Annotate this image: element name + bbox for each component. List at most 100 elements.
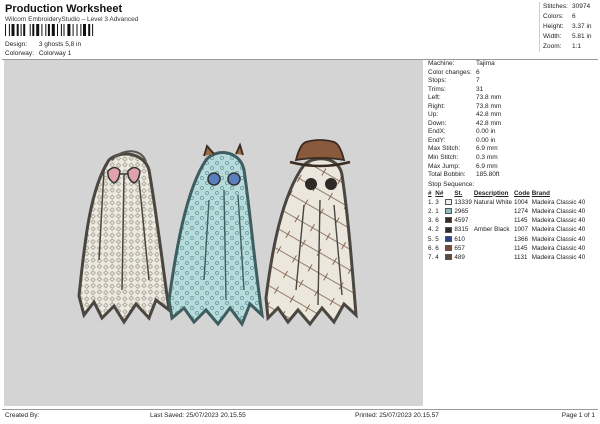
row-needle: 4: [435, 253, 439, 261]
row-stitches: 13339: [454, 198, 472, 206]
col-description: Description: [473, 189, 509, 197]
row-brand: Madeira Classic 40: [531, 207, 586, 215]
worksheet-title: Production Worksheet: [5, 3, 123, 15]
row-description: [474, 244, 514, 253]
info-trims: Trims: 31: [428, 85, 484, 93]
info-endx: EndX: 0.00 in: [428, 128, 496, 136]
colorway-row: Colorway: Colorway 1: [5, 50, 71, 57]
col-swatch: [445, 189, 454, 198]
ghost-middle: [167, 142, 265, 328]
row-number: 5.: [428, 235, 434, 243]
color-swatch-icon: [445, 245, 453, 252]
row-needle: 5: [435, 235, 439, 243]
row-number: 3.: [428, 217, 434, 225]
row-stitches: 489: [454, 253, 465, 261]
table-header-row: # N# St. Description Code Brand: [428, 189, 587, 198]
design-label: Design:: [5, 41, 28, 48]
design-row: Design: 3 ghosts 5,8 in: [5, 41, 81, 48]
info-total-bobbin: Total Bobbin: 185.80ft: [428, 171, 500, 179]
row-number: 2.: [428, 207, 434, 215]
info-down: Down: 42.8 mm: [428, 119, 502, 127]
stat-stitches: Stitches: 30974: [543, 3, 591, 10]
footer-divider: [2, 409, 598, 410]
stat-colors: Colors: 6: [543, 13, 576, 20]
ghost-left: [77, 150, 171, 325]
row-needle: 3: [435, 198, 439, 206]
row-swatch: [445, 225, 454, 234]
row-stitches: 610: [454, 235, 465, 243]
ghost-right: [264, 139, 358, 327]
design-value: 3 ghosts 5,8 in: [38, 41, 82, 48]
row-description: [474, 216, 514, 225]
color-swatch-icon: [445, 226, 453, 233]
row-code: 1145: [514, 244, 528, 252]
row-brand: Madeira Classic 40: [531, 217, 586, 225]
table-row: 4. 2 8315 Amber Black 1007 Madeira Classic 40: [428, 225, 587, 234]
table-row: 2. 1 2965 1274 Madeira Classic 40: [428, 207, 587, 216]
col-code: Code: [514, 189, 530, 197]
color-swatch-icon: [445, 235, 453, 242]
row-needle: 2: [435, 226, 439, 234]
row-code: 1366: [514, 235, 529, 243]
stats-panel: Stitches: 30974 Colors: 6 Height: 3.37 in W…: [539, 2, 595, 52]
row-swatch: [445, 253, 454, 262]
row-brand: Madeira Classic 40: [531, 226, 586, 234]
info-max-jump: Max Jump: 6.9 mm: [428, 162, 498, 170]
row-needle: 6: [435, 217, 439, 225]
machine-info-panel: Machine: Tajima Color changes: 6 Stops: 7 T…: [428, 60, 598, 262]
color-swatch-icon: [445, 208, 453, 215]
info-left: Left: 73.8 mm: [428, 94, 502, 102]
ghosts-artwork: [77, 139, 358, 328]
color-swatch-icon: [445, 217, 453, 224]
row-description: Natural White: [473, 198, 512, 206]
stop-sequence-table: # N# St. Description Code Brand 1. 3 13339…: [428, 189, 587, 262]
info-right: Right: 73.8 mm: [428, 102, 502, 110]
stat-width: Width: 5.81 in: [543, 33, 592, 40]
col-brand: Brand: [531, 189, 550, 197]
row-brand: Madeira Classic 40: [531, 198, 586, 206]
table-row: 5. 5 610 1366 Madeira Classic 40: [428, 234, 587, 243]
row-brand: Madeira Classic 40: [531, 244, 586, 252]
row-swatch: [445, 244, 454, 253]
footer-last-saved: Last Saved: 25/07/2023 20.15.55: [150, 412, 246, 419]
row-description: Amber Black: [473, 226, 510, 234]
row-description: [474, 234, 514, 243]
software-subtitle: Wilcom EmbroideryStudio – Level 3 Advanc…: [5, 16, 139, 23]
color-swatch-icon: [445, 199, 453, 206]
row-code: 1004: [514, 198, 529, 206]
row-description: [474, 207, 514, 216]
stat-height: Height: 3.37 in: [543, 23, 592, 30]
colorway-value: Colorway 1: [38, 50, 72, 57]
row-number: 1.: [428, 198, 434, 206]
row-code: 1131: [514, 253, 528, 261]
row-needle: 6: [435, 244, 439, 252]
footer-page: Page 1 of 1: [561, 412, 595, 419]
info-machine: Machine: Tajima: [428, 60, 495, 67]
row-brand: Madeira Classic 40: [531, 253, 586, 261]
row-swatch: [445, 207, 454, 216]
info-max-stitch: Max Stitch: 6.9 mm: [428, 145, 498, 153]
row-stitches: 2965: [454, 207, 469, 215]
info-color-changes: Color changes: 6: [428, 68, 480, 76]
row-description: [474, 253, 514, 262]
footer-printed: Printed: 25/07/2023 20.15.57: [355, 412, 439, 419]
row-code: 1274: [514, 207, 529, 215]
row-number: 6.: [428, 244, 434, 252]
col-needle: N#: [435, 189, 444, 197]
barcode-icon: [5, 24, 94, 36]
row-number: 4.: [428, 226, 434, 234]
row-stitches: 4597: [454, 217, 469, 225]
stat-zoom: Zoom: 1:1: [543, 43, 582, 50]
info-min-stitch: Min Stitch: 0.3 mm: [428, 154, 498, 162]
row-code: 1145: [514, 217, 528, 225]
info-stops: Stops: 7: [428, 77, 480, 85]
table-row: 1. 3 13339 Natural White 1004 Madeira Classic…: [428, 198, 587, 207]
row-brand: Madeira Classic 40: [531, 235, 586, 243]
row-stitches: 8315: [454, 226, 469, 234]
row-swatch: [445, 198, 454, 207]
info-up: Up: 42.8 mm: [428, 111, 502, 119]
row-number: 7.: [428, 253, 434, 261]
table-row: 3. 6 4597 1145 Madeira Classic 40: [428, 216, 587, 225]
table-row: 7. 4 489 1131 Madeira Classic 40: [428, 253, 587, 262]
colorway-label: Colorway:: [5, 50, 34, 57]
